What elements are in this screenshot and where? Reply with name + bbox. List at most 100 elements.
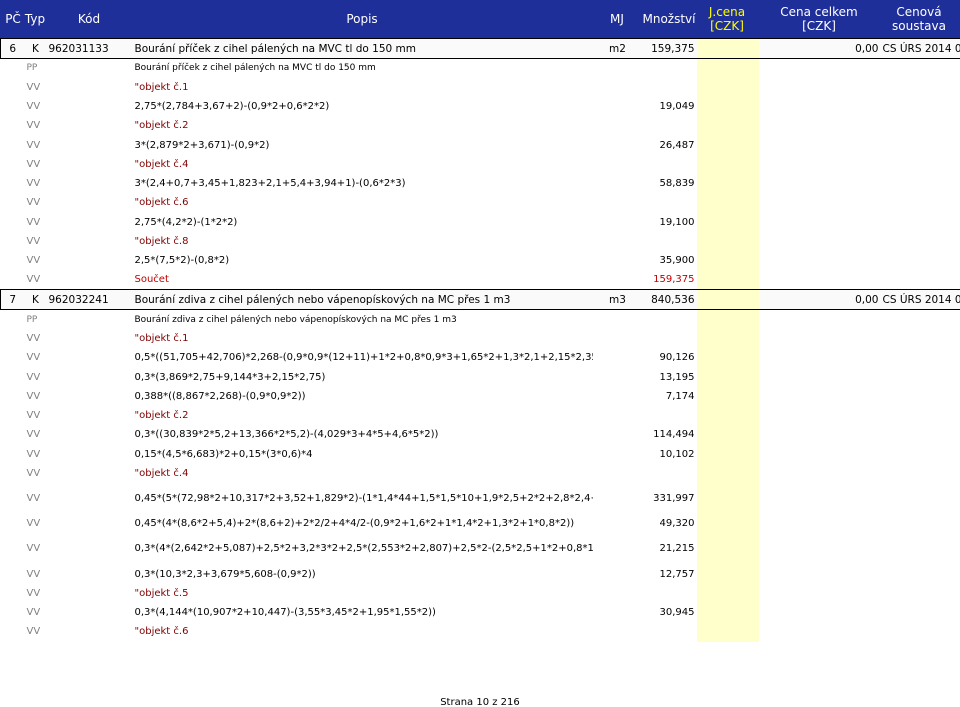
spacer-cell [759,514,881,533]
spacer-cell [881,622,960,641]
spacer-cell [881,533,960,564]
header-popis: Popis [132,0,592,38]
spacer-cell [1,78,25,97]
header-kod: Kód [46,0,132,38]
spacer-cell [593,329,643,348]
vv-formula: 0,388*((8,867*2,268)-(0,9*0,9*2)) [134,390,306,402]
unit-price-cell [696,135,759,155]
spacer-cell [593,406,643,425]
spacer-cell [881,97,960,116]
vv-value: 13,195 [659,371,695,383]
spacer-cell [1,603,25,622]
header-celkem-unit: [CZK] [802,19,836,33]
spacer-cell [643,310,697,329]
item-description: Bourání příček z cihel pálených na MVC t… [132,38,593,59]
spacer-cell [47,251,133,270]
spacer-cell [593,310,643,329]
spacer-cell [759,622,881,641]
vv-value: 12,757 [659,568,695,580]
vv-formula: 2,5*(7,5*2)-(0,8*2) [134,255,230,267]
spacer-cell [593,59,643,78]
item-code: 962032241 [46,289,133,311]
unit-price-cell [696,77,759,97]
vv-row: VV "objekt č.5 [1,583,960,604]
pp-row: PP Bourání příček z cihel pálených na MVC… [1,58,960,78]
unit-price-cell [696,270,759,290]
table-header: PČ Typ Kód Popis MJ Množství J.cena [CZK… [0,0,960,38]
spacer-cell [759,310,881,329]
vv-row: VV 0,388*((8,867*2,268)-(0,9*0,9*2)) 7,174 [1,386,960,406]
vv-formula: "objekt č.4 [134,158,189,170]
spacer-cell [593,514,643,533]
header-soustava: Cenová soustava [880,0,958,38]
vv-row: VV "objekt č.8 [1,231,960,252]
vv-value: 10,102 [659,448,695,460]
spacer-cell [881,406,960,425]
spacer-cell [1,232,25,251]
item-row: 7 K 962032241 Bourání zdiva z cihel pálenýc… [0,289,960,311]
pp-text: Bourání příček z cihel pálených na MVC t… [134,63,376,74]
item-price-system: CS ÚRS 2014 01 [880,38,960,59]
unit-price-cell[interactable] [696,289,759,311]
spacer-cell [593,622,643,641]
row-tag: VV [26,568,41,580]
row-tag: VV [26,332,41,344]
unit-price-cell [696,309,759,329]
vv-formula: "objekt č.4 [134,467,189,479]
item-description: Bourání zdiva z cihel pálených nebo vápe… [132,289,593,311]
unit-price-cell [696,212,759,232]
spacer-cell [47,174,133,193]
spacer-cell [643,116,697,135]
header-soustava-label: Cenová [896,5,942,19]
row-tag: VV [26,236,41,248]
vv-row: VV "objekt č.2 [1,116,960,136]
vv-formula: Součet [134,274,169,286]
vv-row: VV 0,5*((51,705+42,706)*2,268-(0,9*0,9*(1… [1,348,960,368]
vv-formula: 0,45*(5*(72,98*2+10,317*2+3,52+1,829*2)-… [134,492,593,504]
unit-price-cell [696,603,759,623]
unit-price-cell [696,425,759,445]
spacer-cell [881,310,960,329]
spacer-cell [1,251,25,270]
row-tag: VV [26,371,41,383]
page-number: Strana 10 z 216 [440,697,520,707]
vv-row: VV 3*(2,879*2+3,671)-(0,9*2) 26,487 [1,135,960,155]
spacer-cell [881,584,960,603]
unit-price-cell [696,444,759,464]
item-pc: 7 [0,289,25,311]
spacer-cell [643,193,697,212]
spacer-cell [643,78,697,97]
spacer-cell [881,514,960,533]
spacer-cell [1,348,25,367]
row-tag: VV [26,352,41,364]
header-jcena-label: J.cena [708,5,746,19]
spacer-cell [47,564,133,583]
spacer-cell [593,533,643,564]
spacer-cell [47,533,133,564]
row-tag: VV [26,120,41,132]
row-tag: VV [26,607,41,619]
spacer-cell [643,232,697,251]
header-celkem: Cena celkem [CZK] [758,0,880,38]
row-tag: VV [26,100,41,112]
spacer-cell [881,445,960,464]
spacer-cell [47,584,133,603]
vv-formula: "objekt č.6 [134,197,189,209]
spacer-cell [881,59,960,78]
spacer-cell [593,232,643,251]
spacer-cell [593,603,643,622]
spacer-cell [47,483,133,514]
spacer-cell [593,348,643,367]
spacer-cell [47,97,133,116]
spacer-cell [881,213,960,232]
vv-formula: "objekt č.5 [134,587,189,599]
unit-price-cell [696,463,759,484]
vv-row: VV "objekt č.1 [1,328,960,349]
vv-formula: "objekt č.1 [134,81,189,93]
vv-value: 35,900 [659,255,695,267]
unit-price-cell [696,173,759,194]
spacer-cell [1,155,25,174]
unit-price-cell[interactable] [696,38,759,59]
header-kod-label: Kód [77,12,101,26]
vv-row: VV "objekt č.4 [1,154,960,174]
